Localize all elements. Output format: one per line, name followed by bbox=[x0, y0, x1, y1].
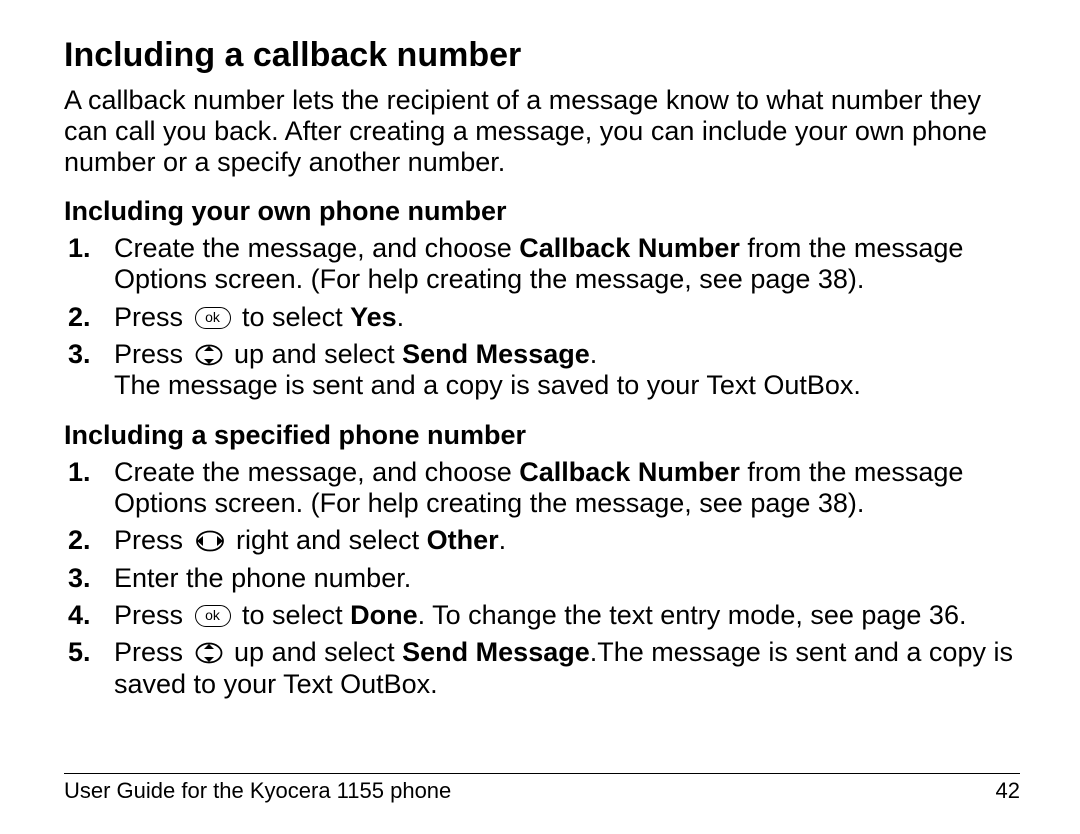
step-text: up and select bbox=[227, 637, 403, 667]
step-text: Create the message, and choose bbox=[114, 233, 519, 263]
nav-leftright-icon bbox=[195, 530, 225, 552]
ok-key-icon bbox=[195, 307, 231, 329]
step-text: . bbox=[499, 525, 507, 555]
bold-term: Done bbox=[350, 600, 418, 630]
footer-title: User Guide for the Kyocera 1155 phone bbox=[64, 778, 451, 804]
nav-updown-icon bbox=[195, 642, 223, 664]
list-item: 3. Press up and select Send Message. The… bbox=[64, 339, 1020, 402]
page-footer: User Guide for the Kyocera 1155 phone 42 bbox=[64, 773, 1020, 804]
step-text: . To change the text entry mode, see pag… bbox=[418, 600, 967, 630]
step-text: Press bbox=[114, 302, 191, 332]
step-number: 5. bbox=[68, 637, 91, 668]
intro-paragraph: A callback number lets the recipient of … bbox=[64, 85, 1020, 178]
bold-term: Callback Number bbox=[519, 233, 740, 263]
step-text: . bbox=[590, 339, 598, 369]
step-text: . bbox=[397, 302, 405, 332]
step-text: up and select bbox=[227, 339, 403, 369]
step-number: 1. bbox=[68, 457, 91, 488]
page-number: 42 bbox=[996, 778, 1020, 804]
step-text: right and select bbox=[229, 525, 427, 555]
list-item: 1. Create the message, and choose Callba… bbox=[64, 233, 1020, 296]
list-item: 5. Press up and select Send Message.The … bbox=[64, 637, 1020, 700]
list-item: 3. Enter the phone number. bbox=[64, 563, 1020, 594]
step-number: 3. bbox=[68, 339, 91, 370]
step-number: 3. bbox=[68, 563, 91, 594]
section-heading-main: Including a callback number bbox=[64, 36, 1020, 75]
step-text: to select bbox=[235, 600, 351, 630]
steps-specified-number: 1. Create the message, and choose Callba… bbox=[64, 457, 1020, 700]
bold-term: Callback Number bbox=[519, 457, 740, 487]
list-item: 2. Press to select Yes. bbox=[64, 302, 1020, 333]
step-text: Press bbox=[114, 525, 191, 555]
step-followup: The message is sent and a copy is saved … bbox=[114, 370, 1020, 401]
ok-key-icon bbox=[195, 605, 231, 627]
subheading-specified-number: Including a specified phone number bbox=[64, 420, 1020, 451]
step-number: 1. bbox=[68, 233, 91, 264]
step-number: 2. bbox=[68, 302, 91, 333]
step-text: to select bbox=[235, 302, 351, 332]
step-text: Press bbox=[114, 339, 191, 369]
step-text: Press bbox=[114, 600, 191, 630]
bold-term: Other bbox=[427, 525, 499, 555]
step-text: Create the message, and choose bbox=[114, 457, 519, 487]
list-item: 4. Press to select Done. To change the t… bbox=[64, 600, 1020, 631]
step-number: 4. bbox=[68, 600, 91, 631]
step-text: Enter the phone number. bbox=[114, 563, 411, 593]
bold-term: Yes bbox=[350, 302, 397, 332]
nav-updown-icon bbox=[195, 344, 223, 366]
bold-term: Send Message bbox=[402, 339, 590, 369]
list-item: 2. Press right and select Other. bbox=[64, 525, 1020, 556]
step-text: Press bbox=[114, 637, 191, 667]
list-item: 1. Create the message, and choose Callba… bbox=[64, 457, 1020, 520]
document-page: Including a callback number A callback n… bbox=[0, 0, 1080, 834]
bold-term: Send Message bbox=[402, 637, 590, 667]
steps-own-number: 1. Create the message, and choose Callba… bbox=[64, 233, 1020, 402]
subheading-own-number: Including your own phone number bbox=[64, 196, 1020, 227]
step-number: 2. bbox=[68, 525, 91, 556]
